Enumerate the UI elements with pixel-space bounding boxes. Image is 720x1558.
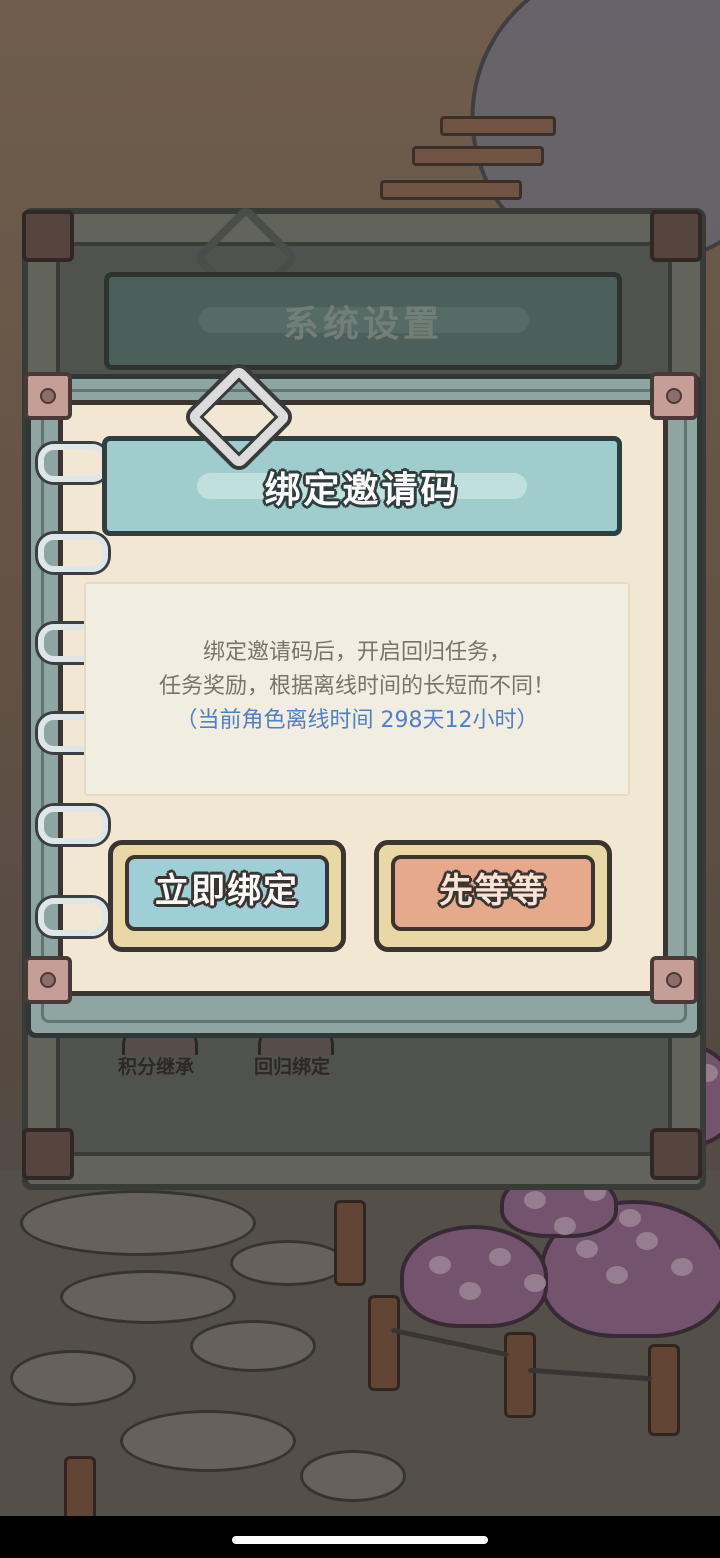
dialog-corner xyxy=(650,372,698,420)
dialog-corner xyxy=(650,956,698,1004)
message-box: 绑定邀请码后，开启回归任务， 任务奖励，根据离线时间的长短而不同！ （当前角色离… xyxy=(84,582,630,796)
dialog-title: 绑定邀请码 xyxy=(264,470,460,511)
home-indicator[interactable] xyxy=(232,1536,488,1544)
dialog-title-bar: 绑定邀请码 xyxy=(102,436,622,536)
message-line-2: 任务奖励，根据离线时间的长短而不同！ xyxy=(158,674,555,699)
wait-button[interactable]: 先等等 xyxy=(374,840,612,952)
wait-label[interactable]: 先等等 xyxy=(379,863,607,912)
dialog-corner xyxy=(24,956,72,1004)
offline-time-info: （当前角色离线时间 298天12小时） xyxy=(175,708,539,733)
bind-now-label[interactable]: 立即绑定 xyxy=(113,863,341,912)
home-bar xyxy=(0,1516,720,1558)
binder-ring-icon xyxy=(38,444,108,482)
binder-ring-icon xyxy=(38,898,108,936)
dialog-corner xyxy=(24,372,72,420)
binder-ring-icon xyxy=(38,534,108,572)
message-line-1: 绑定邀请码后，开启回归任务， xyxy=(202,640,511,665)
binder-ring-icon xyxy=(38,806,108,844)
bind-now-button[interactable]: 立即绑定 xyxy=(108,840,346,952)
